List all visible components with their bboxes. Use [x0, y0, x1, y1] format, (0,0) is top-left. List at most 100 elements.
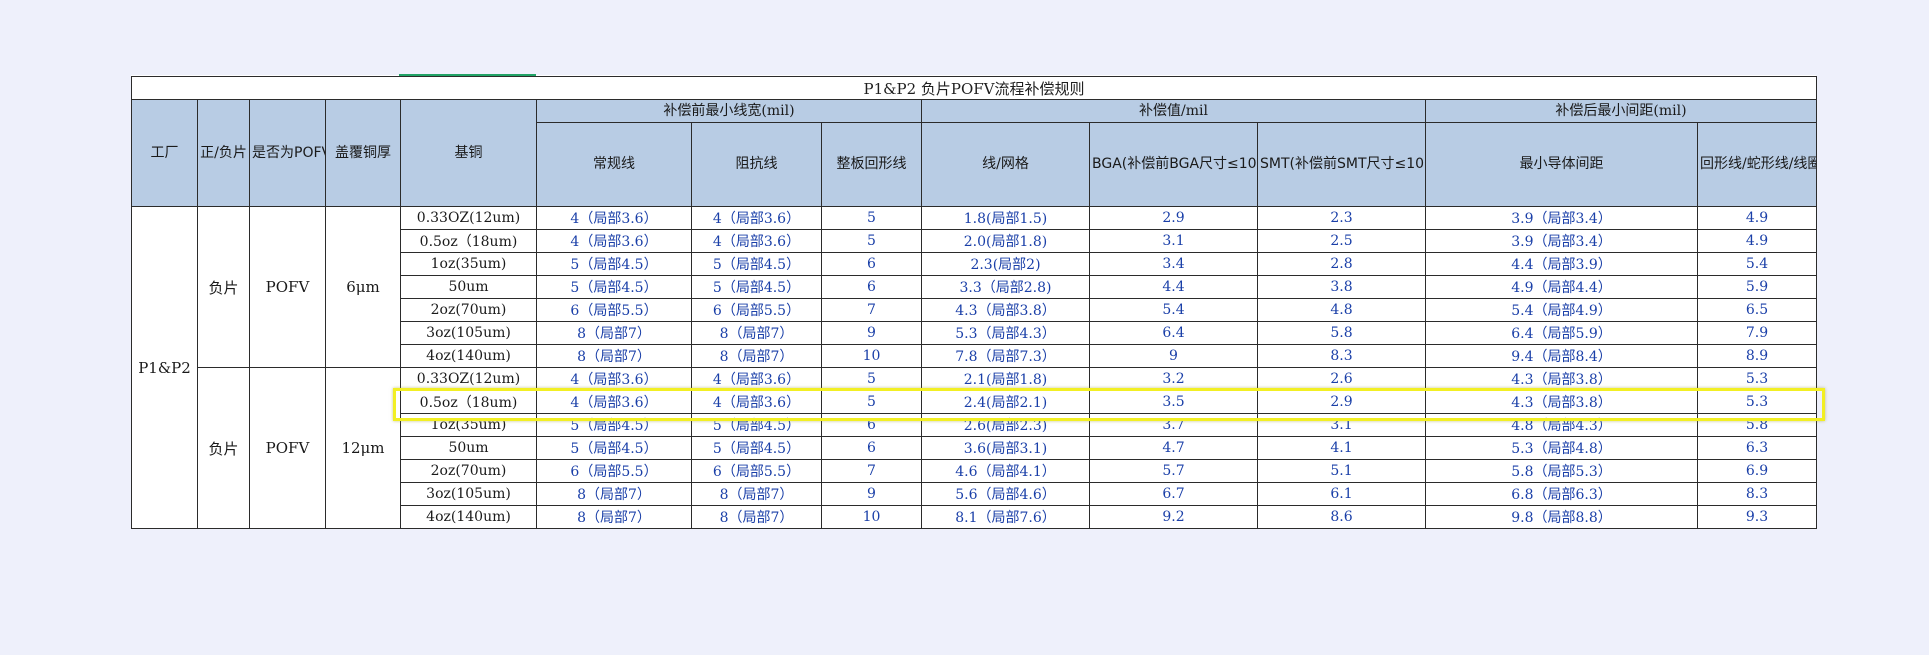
table-cell[interactable]: 3.4: [1089, 252, 1258, 276]
table-cell[interactable]: 2.3: [1257, 206, 1426, 230]
cover-copper-cell[interactable]: 12μm: [325, 367, 401, 529]
table-cell[interactable]: 3oz(105um): [400, 321, 537, 345]
table-cell[interactable]: 5.3: [1696, 390, 1818, 414]
table-cell[interactable]: 3.6(局部3.1): [921, 436, 1090, 460]
table-cell[interactable]: 7.8（局部7.3）: [921, 344, 1090, 368]
table-cell[interactable]: 5: [821, 367, 922, 391]
table-cell[interactable]: 0.5oz（18um): [400, 390, 537, 414]
table-cell[interactable]: 9.8（局部8.8）: [1425, 505, 1698, 529]
table-cell[interactable]: 4.1: [1257, 436, 1426, 460]
table-cell[interactable]: 8（局部7）: [691, 482, 822, 506]
table-cell[interactable]: 3.5: [1089, 390, 1258, 414]
table-cell[interactable]: 9: [1089, 344, 1258, 368]
table-cell[interactable]: 4.3（局部3.8）: [921, 298, 1090, 322]
factory-cell[interactable]: P1&P2: [131, 206, 198, 529]
table-cell[interactable]: 5（局部4.5）: [691, 275, 822, 299]
table-cell[interactable]: 4（局部3.6）: [691, 390, 822, 414]
table-cell[interactable]: 2.6(局部2.3): [921, 413, 1090, 437]
table-cell[interactable]: 5（局部4.5）: [536, 413, 692, 437]
table-cell[interactable]: 5.8: [1696, 413, 1818, 437]
table-cell[interactable]: 2.6: [1257, 367, 1426, 391]
table-cell[interactable]: 0.33OZ(12um): [400, 367, 537, 391]
table-cell[interactable]: 4.4（局部3.9）: [1425, 252, 1698, 276]
table-cell[interactable]: 5（局部4.5）: [691, 436, 822, 460]
table-cell[interactable]: 5.1: [1257, 459, 1426, 483]
table-cell[interactable]: 4oz(140um): [400, 344, 537, 368]
table-cell[interactable]: 4.3（局部3.8）: [1425, 367, 1698, 391]
table-cell[interactable]: 4（局部3.6）: [536, 390, 692, 414]
table-cell[interactable]: 3.7: [1089, 413, 1258, 437]
table-cell[interactable]: 4.8（局部4.3）: [1425, 413, 1698, 437]
cover-copper-cell[interactable]: 6μm: [325, 206, 401, 368]
table-cell[interactable]: 8（局部7）: [691, 344, 822, 368]
header-loop-snake[interactable]: 回形线/蛇形线/线圈: [1696, 122, 1818, 207]
table-cell[interactable]: 5.8（局部5.3）: [1425, 459, 1698, 483]
pos-neg-cell[interactable]: 负片: [197, 367, 250, 529]
table-cell[interactable]: 3.1: [1089, 229, 1258, 253]
table-cell[interactable]: 6（局部5.5）: [536, 459, 692, 483]
table-cell[interactable]: 6.9: [1696, 459, 1818, 483]
pofv-cell[interactable]: POFV: [249, 206, 326, 368]
table-cell[interactable]: 6.8（局部6.3）: [1425, 482, 1698, 506]
table-cell[interactable]: 8.6: [1257, 505, 1426, 529]
header-base-copper[interactable]: 基铜: [400, 99, 537, 207]
table-cell[interactable]: 5.3（局部4.8）: [1425, 436, 1698, 460]
table-cell[interactable]: 8（局部7）: [691, 321, 822, 345]
table-cell[interactable]: 5（局部4.5）: [536, 252, 692, 276]
table-cell[interactable]: 6.7: [1089, 482, 1258, 506]
table-cell[interactable]: 4.7: [1089, 436, 1258, 460]
table-cell[interactable]: 2.4(局部2.1): [921, 390, 1090, 414]
table-cell[interactable]: 2.1(局部1.8): [921, 367, 1090, 391]
table-cell[interactable]: 2.0(局部1.8): [921, 229, 1090, 253]
table-cell[interactable]: 6（局部5.5）: [536, 298, 692, 322]
table-cell[interactable]: 4oz(140um): [400, 505, 537, 529]
table-cell[interactable]: 4.6（局部4.1）: [921, 459, 1090, 483]
table-cell[interactable]: 6.4: [1089, 321, 1258, 345]
table-cell[interactable]: 2oz(70um): [400, 459, 537, 483]
table-cell[interactable]: 50um: [400, 436, 537, 460]
table-cell[interactable]: 10: [821, 505, 922, 529]
header-min-conductor[interactable]: 最小导体间距: [1425, 122, 1698, 207]
table-cell[interactable]: 9.3: [1696, 505, 1818, 529]
table-cell[interactable]: 6.3: [1696, 436, 1818, 460]
table-cell[interactable]: 6.5: [1696, 298, 1818, 322]
table-cell[interactable]: 3.3（局部2.8): [921, 275, 1090, 299]
table-cell[interactable]: 2.5: [1257, 229, 1426, 253]
table-cell[interactable]: 4.8: [1257, 298, 1426, 322]
table-title[interactable]: P1&P2 负片POFV流程补偿规则: [130, 76, 1818, 100]
table-cell[interactable]: 5（局部4.5）: [536, 436, 692, 460]
table-cell[interactable]: 0.33OZ(12um): [400, 206, 537, 230]
table-cell[interactable]: 4.9（局部4.4）: [1425, 275, 1698, 299]
header-cover-copper[interactable]: 盖覆铜厚: [325, 99, 401, 207]
table-cell[interactable]: 8（局部7）: [536, 482, 692, 506]
table-cell[interactable]: 6: [821, 275, 922, 299]
table-cell[interactable]: 5.9: [1696, 275, 1818, 299]
table-cell[interactable]: 5.4（局部4.9）: [1425, 298, 1698, 322]
table-cell[interactable]: 5: [821, 390, 922, 414]
table-cell[interactable]: 4（局部3.6）: [691, 206, 822, 230]
table-cell[interactable]: 9: [821, 321, 922, 345]
table-cell[interactable]: 1oz(35um): [400, 413, 537, 437]
table-cell[interactable]: 8（局部7）: [536, 321, 692, 345]
header-group-min-width[interactable]: 补偿前最小线宽(mil): [536, 99, 922, 123]
table-cell[interactable]: 5.4: [1089, 298, 1258, 322]
table-cell[interactable]: 5.7: [1089, 459, 1258, 483]
header-bga[interactable]: BGA(补偿前BGA尺寸≤10mil，在以下补偿值的基础上多补偿0.5mil): [1089, 122, 1258, 207]
header-factory[interactable]: 工厂: [131, 99, 198, 207]
table-cell[interactable]: 3.8: [1257, 275, 1426, 299]
table-cell[interactable]: 5.6（局部4.6）: [921, 482, 1090, 506]
table-cell[interactable]: 4.4: [1089, 275, 1258, 299]
table-cell[interactable]: 8.3: [1696, 482, 1818, 506]
table-cell[interactable]: 8（局部7）: [691, 505, 822, 529]
table-cell[interactable]: 6（局部5.5）: [691, 298, 822, 322]
pofv-cell[interactable]: POFV: [249, 367, 326, 529]
table-cell[interactable]: 0.5oz（18um): [400, 229, 537, 253]
table-cell[interactable]: 2.3(局部2): [921, 252, 1090, 276]
table-cell[interactable]: 2.9: [1089, 206, 1258, 230]
table-cell[interactable]: 3oz(105um): [400, 482, 537, 506]
table-cell[interactable]: 2oz(70um): [400, 298, 537, 322]
header-smt[interactable]: SMT(补偿前SMT尺寸≤10mil，在以下补偿值的基础上多补偿0.5mil): [1257, 122, 1426, 207]
table-cell[interactable]: 8（局部7）: [536, 505, 692, 529]
table-cell[interactable]: 9.2: [1089, 505, 1258, 529]
table-cell[interactable]: 5.8: [1257, 321, 1426, 345]
